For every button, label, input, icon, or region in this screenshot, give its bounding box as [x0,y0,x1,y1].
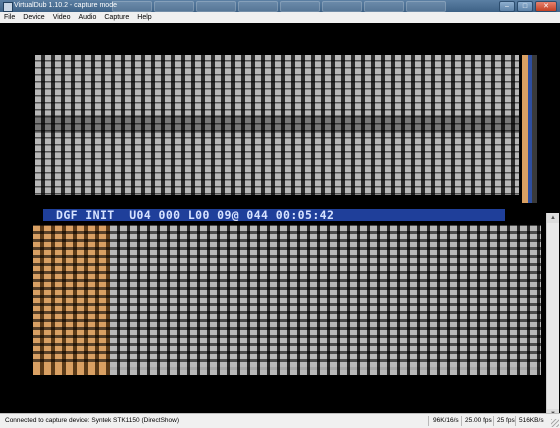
status-bar: Connected to capture device: Syntek STK1… [0,413,560,428]
osd-text: DGF INIT U04 000 L00 09@ 044 00:05:42 [56,208,334,222]
menu-audio[interactable]: Audio [74,12,100,23]
resize-grip-icon[interactable] [551,419,559,427]
maximize-button[interactable]: □ [517,1,533,12]
menu-file[interactable]: File [0,12,19,23]
app-icon [3,2,13,12]
scroll-up-arrow-icon[interactable]: ▲ [547,213,559,223]
menu-video[interactable]: Video [49,12,75,23]
menu-device[interactable]: Device [19,12,48,23]
vertical-scrollbar[interactable]: ▲ ▼ [546,213,559,413]
menu-help[interactable]: Help [133,12,155,23]
video-frame: DGF INIT U04 000 L00 09@ 044 00:05:42 [33,55,541,375]
status-audio-rate: 96K/16/s [433,417,459,424]
taskbar-preview [112,1,446,12]
taskbar-button[interactable] [154,1,194,12]
top-frame-dark-band [35,115,519,133]
taskbar-button[interactable] [322,1,362,12]
taskbar-button[interactable] [280,1,320,12]
taskbar-button[interactable] [238,1,278,12]
bottom-frame-bottom-orange [33,364,110,374]
close-button[interactable]: ✕ [535,1,557,12]
taskbar-button[interactable] [112,1,152,12]
status-device: Connected to capture device: Syntek STK1… [5,417,180,424]
video-preview[interactable]: DGF INIT U04 000 L00 09@ 044 00:05:42 ▲ … [0,23,560,413]
top-frame-orange-edge [522,55,528,203]
bottom-frame-scanlines [33,225,541,375]
window-controls: – □ ✕ [499,1,557,12]
status-data-rate: 516KB/s [519,417,544,424]
status-fps-actual: 25 fps [497,417,515,424]
taskbar-button[interactable] [364,1,404,12]
title-bar: VirtualDub 1.10.2 - capture mode – □ ✕ [0,0,560,12]
menu-capture[interactable]: Capture [100,12,133,23]
taskbar-button[interactable] [406,1,446,12]
taskbar-button[interactable] [196,1,236,12]
minimize-button[interactable]: – [499,1,515,12]
status-fps-target: 25.00 fps [465,417,492,424]
top-frame-dark-edge [532,55,537,203]
window-title: VirtualDub 1.10.2 - capture mode [14,2,117,9]
top-frame-blue-edge [528,55,532,203]
